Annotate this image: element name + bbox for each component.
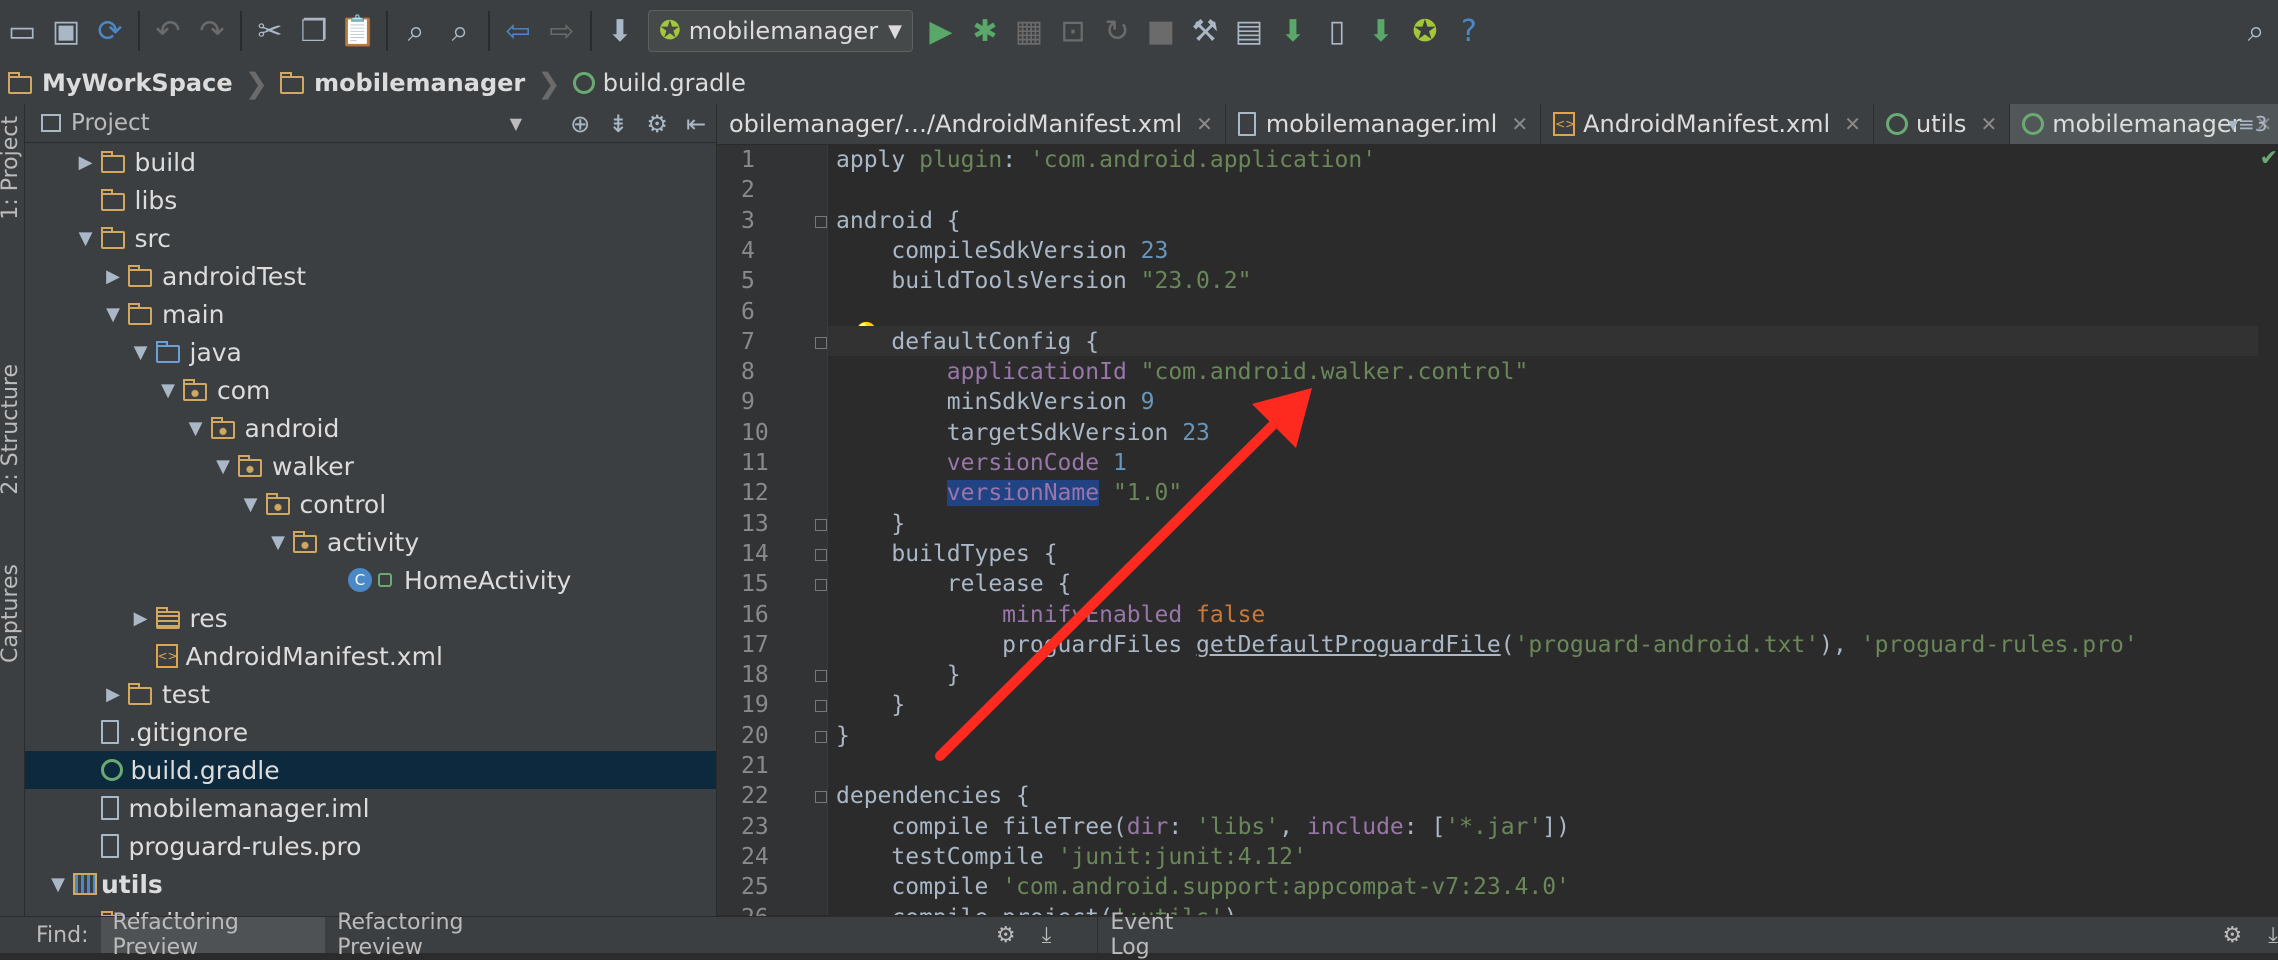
- bottom-tool-bar: Find: Refactoring Preview Refactoring Pr…: [0, 910, 2278, 960]
- tab-refactoring-preview-1[interactable]: Refactoring Preview: [100, 910, 326, 960]
- pin-icon[interactable]: ⤓: [2268, 923, 2278, 948]
- annotation-arrow: [935, 388, 1312, 761]
- find-label: Find:: [36, 922, 89, 948]
- gear-icon[interactable]: ⚙: [2223, 923, 2243, 948]
- tab-refactoring-preview-2[interactable]: Refactoring Preview: [325, 910, 550, 960]
- tab-event-log[interactable]: Event Log: [1097, 910, 1222, 960]
- gear-icon[interactable]: ⚙: [996, 923, 1016, 948]
- pin-icon[interactable]: ⤓: [1042, 923, 1052, 948]
